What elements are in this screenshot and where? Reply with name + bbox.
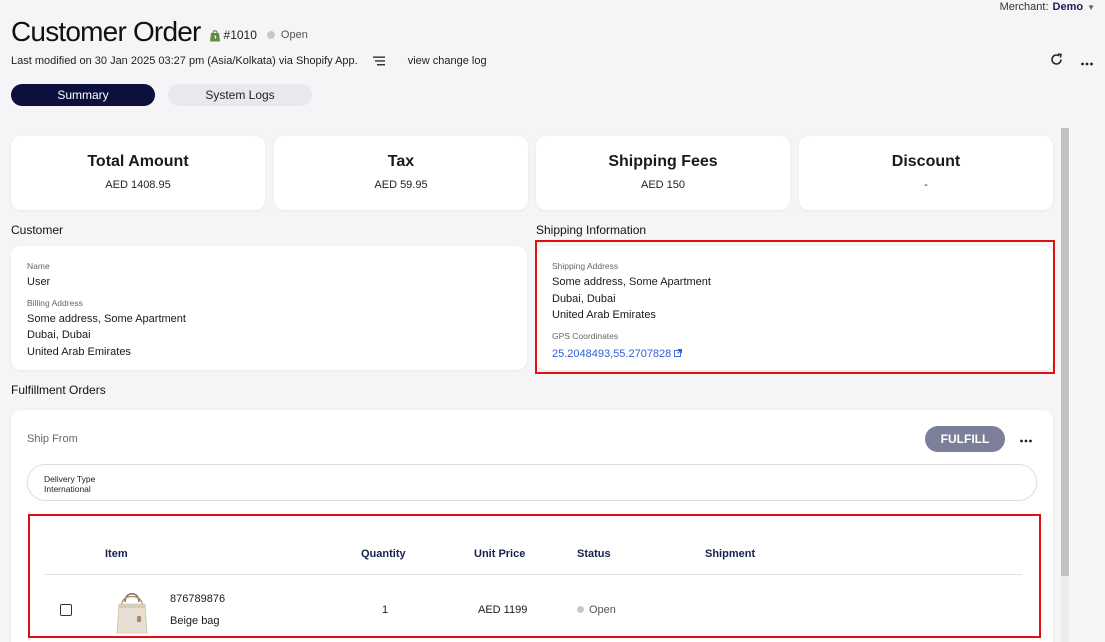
subtitle-row: Last modified on 30 Jan 2025 03:27 pm (A… (11, 55, 487, 67)
column-header-unit-price: Unit Price (474, 548, 526, 560)
column-header-shipment: Shipment (705, 548, 756, 560)
stat-card-discount: Discount - (799, 136, 1053, 210)
item-status: Open (577, 604, 616, 616)
scrollbar-thumb[interactable] (1061, 128, 1069, 576)
last-modified-text: Last modified on 30 Jan 2025 03:27 pm (A… (11, 55, 358, 67)
item-unit-price: AED 1199 (478, 604, 528, 616)
page-title: Customer Order (11, 16, 201, 47)
customer-heading: Customer (11, 223, 64, 237)
title-row: Customer Order #1010 Open (11, 16, 308, 48)
external-link-icon (674, 348, 683, 359)
column-header-quantity: Quantity (361, 548, 406, 560)
delivery-type-field: Delivery Type International (27, 464, 1037, 501)
customer-order-page: Merchant: Demo ▼ Customer Order #1010 Op… (0, 0, 1105, 642)
name-label: Name (27, 261, 50, 271)
delivery-type-value: International (44, 484, 91, 494)
billing-address-line: United Arab Emirates (27, 345, 131, 358)
fulfillment-card: Ship From FULFILL Delivery Type Internat… (11, 410, 1053, 642)
top-actions (1050, 53, 1093, 68)
item-status-text: Open (589, 604, 616, 616)
merchant-selector[interactable]: Merchant: Demo ▼ (1000, 1, 1095, 13)
status-dot (266, 31, 275, 39)
item-quantity: 1 (382, 604, 389, 616)
tab-summary[interactable]: Summary (11, 84, 155, 106)
shopify-bag-icon (209, 29, 221, 42)
product-thumbnail (115, 586, 149, 636)
ship-from-label: Ship From (27, 433, 78, 445)
stat-value: AED 1408.95 (105, 179, 171, 191)
merchant-label: Merchant: (999, 1, 1049, 13)
shipping-address-line: Dubai, Dubai (552, 292, 616, 305)
more-dots-icon[interactable] (1081, 54, 1093, 68)
table-divider (44, 574, 1022, 575)
billing-address-label: Billing Address (27, 297, 83, 308)
shipping-address-line: Some address, Some Apartment (552, 276, 711, 288)
billing-address-line: Dubai, Dubai (27, 329, 91, 341)
customer-card: Name User Billing Address Some address, … (11, 246, 527, 370)
shipping-address-line: United Arab Emirates (552, 309, 656, 321)
item-sku: 876789876 (170, 593, 226, 605)
gps-value: 25.2048493,55.2707828 (552, 347, 672, 360)
stat-value: AED 59.95 (374, 179, 428, 191)
stat-label: Discount (891, 153, 961, 170)
merchant-name: Demo (1052, 1, 1084, 13)
billing-address-line: Some address, Some Apartment (27, 312, 186, 325)
stat-label: Tax (387, 153, 415, 170)
tab-system-logs[interactable]: System Logs (168, 84, 312, 106)
more-dots-icon[interactable] (1020, 430, 1032, 446)
shipping-address-label: Shipping Address (552, 261, 619, 271)
chevron-down-icon: ▼ (1087, 2, 1095, 12)
customer-name: User (27, 276, 51, 288)
column-header-item: Item (105, 548, 128, 560)
tab-bar: Summary System Logs (11, 84, 312, 106)
stat-label: Shipping Fees (608, 153, 718, 170)
fulfill-button[interactable]: FULFILL (925, 426, 1005, 452)
gps-label: GPS Coordinates (552, 330, 619, 341)
stat-value: - (924, 179, 928, 191)
order-number: #1010 (223, 28, 257, 42)
stat-card-tax: Tax AED 59.95 (274, 136, 528, 210)
list-icon[interactable] (372, 56, 385, 66)
fulfillment-heading: Fulfillment Orders (11, 383, 106, 397)
order-status: Open (280, 29, 308, 41)
item-name: Beige bag (170, 615, 220, 627)
gps-coordinates-link[interactable]: 25.2048493,55.2707828 (552, 347, 683, 360)
stat-label: Total Amount (87, 153, 189, 170)
shipping-card: Shipping Address Some address, Some Apar… (536, 246, 1053, 370)
delivery-type-label: Delivery Type (44, 474, 96, 484)
row-checkbox[interactable] (60, 604, 72, 616)
stat-card-total-amount: Total Amount AED 1408.95 (11, 136, 265, 210)
stat-card-shipping-fees: Shipping Fees AED 150 (536, 136, 790, 210)
column-header-status: Status (577, 548, 611, 560)
status-dot (577, 606, 584, 613)
view-change-log-link[interactable]: view change log (408, 55, 487, 67)
shipping-heading: Shipping Information (536, 223, 647, 237)
stat-value: AED 150 (640, 179, 686, 191)
refresh-icon[interactable] (1050, 53, 1063, 68)
